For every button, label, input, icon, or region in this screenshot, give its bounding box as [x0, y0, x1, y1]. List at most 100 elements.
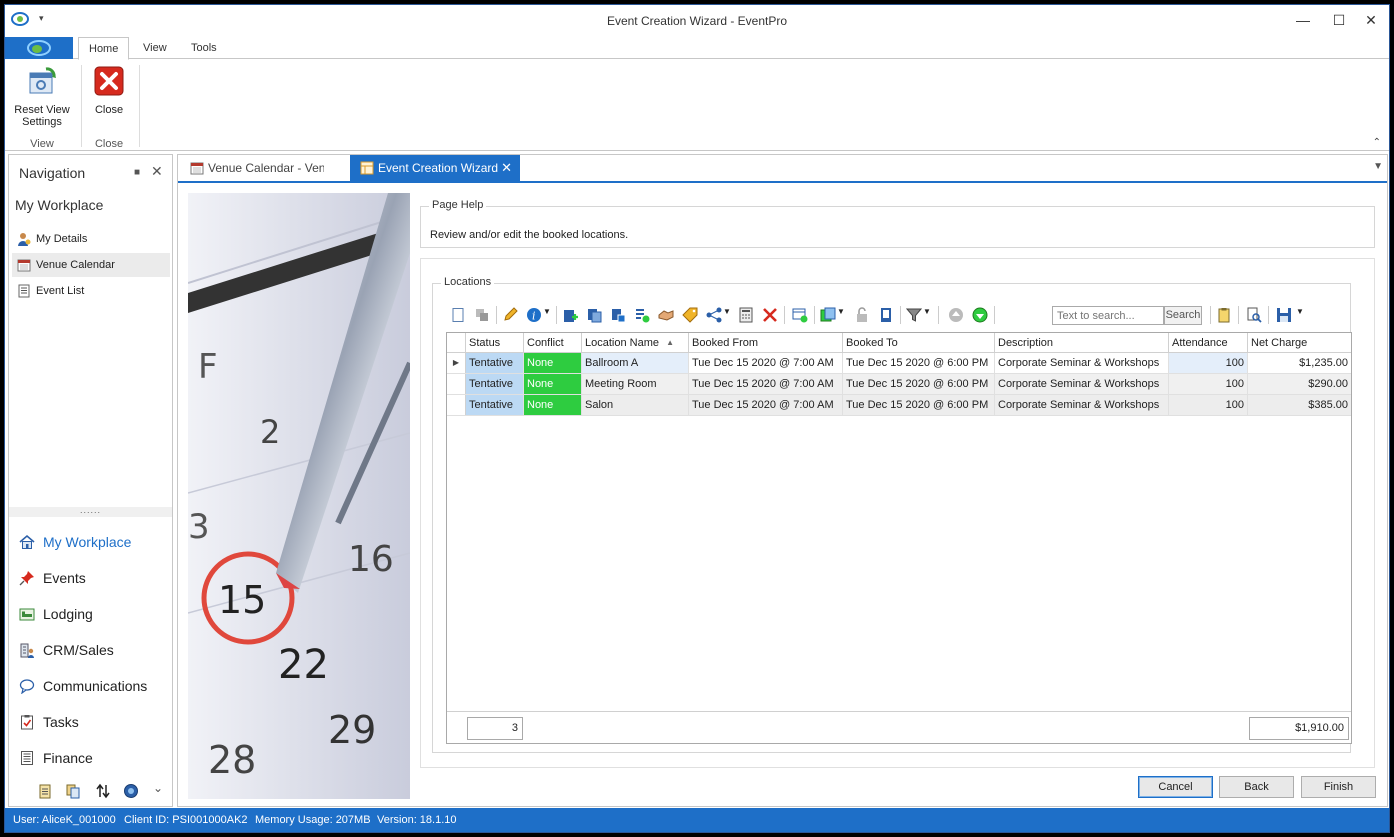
- navigation-splitter[interactable]: ......: [9, 506, 172, 517]
- cell-description[interactable]: Corporate Seminar & Workshops: [995, 374, 1169, 394]
- export-document-icon[interactable]: [878, 307, 894, 323]
- handshake-icon[interactable]: [658, 307, 674, 323]
- add-multiple-locations-icon[interactable]: [610, 307, 626, 323]
- nav-item-event-list[interactable]: Event List: [12, 279, 170, 303]
- cell-location-name[interactable]: Salon: [582, 395, 689, 415]
- cell-attendance[interactable]: 100: [1169, 374, 1248, 394]
- info-icon[interactable]: i: [526, 307, 542, 323]
- module-communications[interactable]: Communications: [15, 671, 147, 701]
- clipboard-icon[interactable]: [37, 783, 53, 799]
- tab-venue-calendar[interactable]: Venue Calendar - Venue: [180, 155, 348, 181]
- cancel-button[interactable]: Cancel: [1138, 776, 1213, 798]
- documents-icon[interactable]: [65, 783, 81, 799]
- calculator-icon[interactable]: [738, 307, 754, 323]
- cell-booked-to[interactable]: Tue Dec 15 2020 @ 6:00 PM: [843, 374, 995, 394]
- tab-event-creation-wizard[interactable]: Event Creation Wizard ✕: [350, 155, 520, 181]
- share-nodes-icon[interactable]: [706, 307, 722, 323]
- configure-buttons-chevron-icon[interactable]: ⌄: [153, 781, 163, 795]
- column-header-status[interactable]: Status: [466, 333, 524, 353]
- cell-location-name[interactable]: Ballroom A: [582, 353, 689, 373]
- unlock-disabled-icon[interactable]: [854, 307, 870, 323]
- application-menu-button[interactable]: [5, 37, 73, 59]
- pin-icon[interactable]: ■: [134, 167, 140, 178]
- minimize-button[interactable]: —: [1293, 11, 1313, 29]
- cell-net-charge[interactable]: $385.00: [1248, 395, 1351, 415]
- column-header-location-name[interactable]: Location Name ▲: [582, 333, 689, 353]
- reset-view-settings-button[interactable]: Reset View Settings: [13, 65, 71, 128]
- cell-status[interactable]: Tentative: [466, 395, 524, 415]
- cell-location-name[interactable]: Meeting Room: [582, 374, 689, 394]
- close-navigation-icon[interactable]: ✕: [151, 163, 163, 180]
- search-button[interactable]: Search: [1164, 306, 1202, 325]
- ribbon-tab-home[interactable]: Home: [78, 37, 130, 60]
- cell-description[interactable]: Corporate Seminar & Workshops: [995, 353, 1169, 373]
- save-layout-dropdown-icon[interactable]: ▼: [1296, 307, 1304, 316]
- globe-icon[interactable]: [123, 783, 139, 799]
- close-window-button[interactable]: ✕: [1361, 11, 1381, 29]
- column-header-description[interactable]: Description: [995, 333, 1169, 353]
- cell-conflict[interactable]: None: [524, 395, 582, 415]
- edit-pencil-icon[interactable]: [502, 307, 518, 323]
- sort-arrows-icon[interactable]: [95, 783, 111, 799]
- column-header-booked-from[interactable]: Booked From: [689, 333, 843, 353]
- column-header-net-charge[interactable]: Net Charge: [1248, 333, 1351, 353]
- cell-booked-from[interactable]: Tue Dec 15 2020 @ 7:00 AM: [689, 395, 843, 415]
- table-row[interactable]: Tentative None Salon Tue Dec 15 2020 @ 7…: [447, 395, 1351, 416]
- copy-disabled-icon[interactable]: [474, 307, 490, 323]
- column-header-booked-to[interactable]: Booked To: [843, 333, 995, 353]
- filter-icon[interactable]: [906, 307, 922, 323]
- cell-status[interactable]: Tentative: [466, 353, 524, 373]
- copy-location-icon[interactable]: [586, 307, 602, 323]
- cell-booked-to[interactable]: Tue Dec 15 2020 @ 6:00 PM: [843, 395, 995, 415]
- close-tab-icon[interactable]: ✕: [501, 155, 512, 181]
- ribbon-tab-tools[interactable]: Tools: [181, 37, 227, 59]
- move-up-disabled-icon[interactable]: [948, 307, 964, 323]
- table-refresh-icon[interactable]: [792, 307, 808, 323]
- module-my-workplace[interactable]: My Workplace: [15, 527, 131, 557]
- new-icon[interactable]: [450, 307, 466, 323]
- tab-list-dropdown-icon[interactable]: ▼: [1373, 161, 1383, 172]
- columns-copy-icon[interactable]: [820, 307, 836, 323]
- info-dropdown-icon[interactable]: ▼: [543, 307, 551, 316]
- column-header-conflict[interactable]: Conflict: [524, 333, 582, 353]
- cell-conflict[interactable]: None: [524, 353, 582, 373]
- cell-conflict[interactable]: None: [524, 374, 582, 394]
- module-finance[interactable]: Finance: [15, 743, 93, 773]
- table-row[interactable]: Tentative None Meeting Room Tue Dec 15 2…: [447, 374, 1351, 395]
- search-input[interactable]: [1052, 306, 1164, 325]
- save-layout-icon[interactable]: [1276, 307, 1292, 323]
- module-crm-sales[interactable]: CRM/Sales: [15, 635, 114, 665]
- move-down-icon[interactable]: [972, 307, 988, 323]
- cell-net-charge[interactable]: $290.00: [1248, 374, 1351, 394]
- cell-status[interactable]: Tentative: [466, 374, 524, 394]
- nav-item-my-details[interactable]: My Details: [12, 227, 170, 251]
- notes-clipboard-icon[interactable]: [1216, 307, 1232, 323]
- cell-booked-from[interactable]: Tue Dec 15 2020 @ 7:00 AM: [689, 353, 843, 373]
- ribbon-tab-view[interactable]: View: [133, 37, 177, 59]
- add-location-icon[interactable]: [562, 307, 578, 323]
- maximize-button[interactable]: ☐: [1329, 11, 1349, 29]
- share-dropdown-icon[interactable]: ▼: [723, 307, 731, 316]
- cell-net-charge[interactable]: $1,235.00: [1248, 353, 1351, 373]
- collapse-ribbon-icon[interactable]: ⌃: [1373, 137, 1381, 148]
- cell-booked-from[interactable]: Tue Dec 15 2020 @ 7:00 AM: [689, 374, 843, 394]
- tag-icon[interactable]: [682, 307, 698, 323]
- close-button[interactable]: Close: [89, 65, 129, 116]
- cell-attendance[interactable]: 100: [1169, 353, 1248, 373]
- back-button[interactable]: Back: [1219, 776, 1294, 798]
- columns-dropdown-icon[interactable]: ▼: [837, 307, 845, 316]
- delete-x-icon[interactable]: [762, 307, 778, 323]
- module-events[interactable]: Events: [15, 563, 86, 593]
- cell-attendance[interactable]: 100: [1169, 395, 1248, 415]
- module-tasks[interactable]: Tasks: [15, 707, 79, 737]
- filter-dropdown-icon[interactable]: ▼: [923, 307, 931, 316]
- nav-item-venue-calendar[interactable]: Venue Calendar: [12, 253, 170, 277]
- cell-booked-to[interactable]: Tue Dec 15 2020 @ 6:00 PM: [843, 353, 995, 373]
- list-add-icon[interactable]: [634, 307, 650, 323]
- column-header-attendance[interactable]: Attendance: [1169, 333, 1248, 353]
- finish-button[interactable]: Finish: [1301, 776, 1376, 798]
- table-row[interactable]: ▶ Tentative None Ballroom A Tue Dec 15 2…: [447, 353, 1351, 374]
- cell-description[interactable]: Corporate Seminar & Workshops: [995, 395, 1169, 415]
- module-lodging[interactable]: Lodging: [15, 599, 93, 629]
- find-document-icon[interactable]: [1246, 307, 1262, 323]
